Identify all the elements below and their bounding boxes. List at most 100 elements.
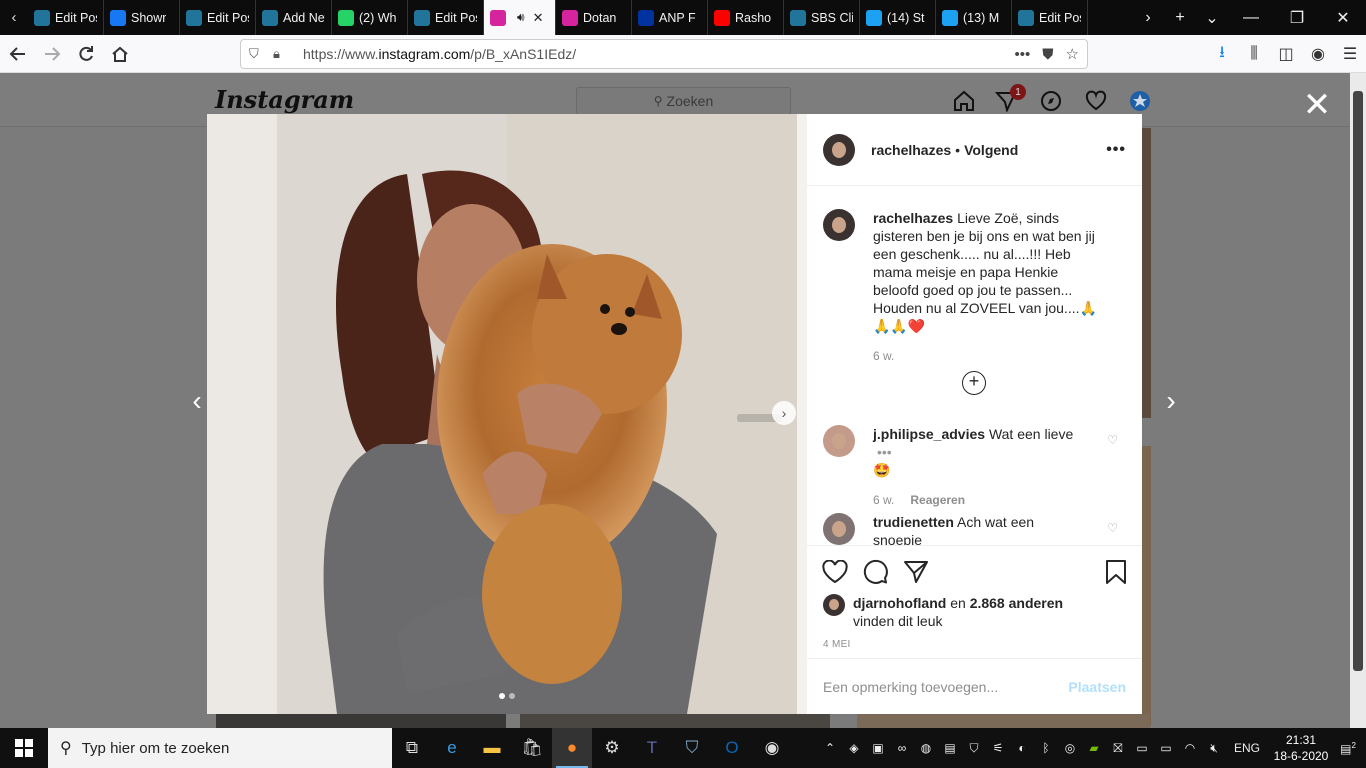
display-icon[interactable]: ▭ (1130, 741, 1154, 755)
tab-audio-icon[interactable]: 🔊︎ (517, 10, 525, 25)
reply-button[interactable]: Reageren (910, 493, 965, 507)
browser-tab[interactable]: Showr (104, 0, 180, 35)
post-image[interactable] (207, 114, 807, 714)
browser-tab[interactable]: (2) Wh (332, 0, 408, 35)
pocket-icon[interactable]: ⛊ (1042, 46, 1053, 63)
media-next-slide-button[interactable]: › (772, 401, 796, 425)
home-icon[interactable] (952, 89, 976, 113)
comment-input[interactable] (823, 678, 1069, 695)
outlook-icon[interactable]: O (712, 728, 752, 768)
author-username[interactable]: rachelhazes (871, 142, 951, 158)
browser-tab[interactable]: Rasho (708, 0, 784, 35)
commenter-avatar[interactable] (823, 513, 855, 545)
explore-compass-icon[interactable] (1039, 89, 1063, 113)
firefox-icon[interactable]: ● (552, 728, 592, 768)
volume-muted-icon[interactable]: 🔇︎ (1202, 741, 1226, 756)
url-bar[interactable]: ⛉ 🔒︎ https://www.instagram.com/p/B_xAnS1… (240, 39, 1088, 69)
save-bookmark-icon[interactable] (1102, 558, 1130, 586)
browser-tab[interactable]: (13) M (936, 0, 1012, 35)
page-scrollbar[interactable] (1350, 73, 1366, 728)
task-view-icon[interactable]: ⧉ (392, 728, 432, 768)
action-center-icon[interactable]: ▤2 (1330, 741, 1366, 756)
teams-tray-icon[interactable]: ▤ (938, 741, 962, 755)
page-actions-icon[interactable]: ••• (1015, 46, 1031, 63)
post-date[interactable]: 4 MEI (823, 639, 851, 650)
downloads-icon[interactable]: ⭳ (1206, 41, 1238, 68)
post-options-button[interactable]: ••• (1106, 141, 1126, 159)
tray-app-icon[interactable]: ◐ (1010, 741, 1034, 755)
media-app-icon[interactable]: ◉ (752, 728, 792, 768)
like-comment-heart-icon[interactable]: ♡ (1107, 521, 1118, 535)
liker-avatar[interactable] (823, 594, 845, 616)
instagram-logo[interactable]: Instagram (215, 85, 354, 114)
tray-app-icon[interactable]: ◍ (914, 741, 938, 755)
bookmark-star-icon[interactable]: ☆ (1066, 45, 1079, 63)
taskbar-search-box[interactable]: ⚲ Typ hier om te zoeken (48, 728, 392, 768)
post-comment-button[interactable]: Plaatsen (1068, 679, 1126, 695)
likes-count-button[interactable]: 2.868 anderen (970, 595, 1063, 611)
url-text[interactable]: https://www.instagram.com/p/B_xAnS1IEdz/ (303, 46, 1003, 62)
reload-button[interactable] (70, 38, 102, 70)
outlook-tray-icon[interactable]: ▣ (866, 741, 890, 755)
store-icon[interactable]: 🛍︎ (512, 728, 552, 768)
battery-icon[interactable]: ▭ (1154, 741, 1178, 755)
commenter-username[interactable]: trudienetten (873, 514, 954, 530)
network-icon[interactable]: ◠ (1178, 741, 1202, 755)
caption-author-avatar[interactable] (823, 209, 855, 241)
tray-app-icon[interactable]: ◈ (842, 741, 866, 755)
creative-cloud-icon[interactable]: ∞ (890, 741, 914, 755)
list-all-tabs-button[interactable]: ⌄ (1196, 0, 1228, 35)
like-comment-heart-icon[interactable]: ♡ (1107, 433, 1118, 447)
comment-bubble-icon[interactable] (862, 558, 890, 586)
browser-tab[interactable]: 🔊︎ ✕ (484, 0, 556, 35)
clock[interactable]: 21:31 18-6-2020 (1272, 732, 1330, 764)
bluetooth-icon[interactable]: ᛒ (1034, 741, 1058, 755)
load-more-comments-button[interactable]: + (962, 371, 986, 395)
back-button[interactable] (2, 38, 34, 70)
share-paper-plane-icon[interactable] (902, 558, 930, 586)
nvidia-icon[interactable]: ▰ (1082, 741, 1106, 755)
settings-gear-icon[interactable]: ⚙ (592, 728, 632, 768)
activity-heart-icon[interactable] (1084, 89, 1108, 113)
scrollbar-thumb[interactable] (1353, 91, 1363, 671)
close-modal-button[interactable]: ✕ (1300, 88, 1334, 124)
security-shield-icon[interactable]: ⛉ (672, 728, 712, 768)
commenter-avatar[interactable] (823, 425, 855, 457)
follow-status-button[interactable]: Volgend (964, 142, 1018, 158)
tray-app-icon[interactable]: ⚟ (986, 741, 1010, 755)
profile-avatar-icon[interactable] (1128, 89, 1152, 113)
commenter-username[interactable]: j.philipse_advies (873, 426, 985, 442)
instagram-search-box[interactable]: ⚲ Zoeken (576, 87, 791, 115)
file-explorer-icon[interactable]: ▬ (472, 728, 512, 768)
teams-icon[interactable]: T (632, 728, 672, 768)
restore-button[interactable]: ❐ (1274, 0, 1320, 35)
minimize-button[interactable]: — (1228, 0, 1274, 35)
tab-scroll-right-button[interactable]: › (1132, 0, 1164, 35)
browser-tab[interactable]: Edit Post ‹ (1012, 0, 1088, 35)
comments-section[interactable]: rachelhazes Lieve Zoë, sinds gisteren be… (807, 187, 1142, 545)
caption-author-username[interactable]: rachelhazes (873, 210, 953, 226)
browser-tab[interactable]: Edit Post ‹ (180, 0, 256, 35)
forward-button[interactable] (36, 38, 68, 70)
next-post-arrow-icon[interactable]: › (1161, 385, 1181, 417)
browser-tab[interactable]: Dotan (556, 0, 632, 35)
tab-scroll-left-button[interactable]: ‹ (0, 0, 28, 35)
account-icon[interactable]: ◉ (1302, 44, 1334, 64)
shield-icon[interactable]: ⛉ (249, 46, 269, 62)
sidebar-icon[interactable]: ◫ (1270, 44, 1302, 64)
start-button[interactable] (0, 728, 48, 768)
browser-tab[interactable]: Edit Post ‹ (408, 0, 484, 35)
new-tab-button[interactable]: + (1164, 0, 1196, 35)
library-icon[interactable]: ⫼ (1238, 45, 1270, 63)
browser-tab[interactable]: Add New F (256, 0, 332, 35)
edge-icon[interactable]: e (432, 728, 472, 768)
close-window-button[interactable]: ✕ (1320, 0, 1366, 35)
comment-more-button[interactable]: ••• (877, 444, 892, 460)
browser-tab[interactable]: ANP F (632, 0, 708, 35)
browser-tab[interactable]: Edit Post ‹ (28, 0, 104, 35)
home-button[interactable] (104, 38, 136, 70)
tray-overflow-chevron-icon[interactable]: ⌃ (818, 741, 842, 755)
tray-app-icon[interactable]: ◎ (1058, 741, 1082, 755)
lock-icon[interactable]: 🔒︎ (273, 46, 293, 62)
like-heart-icon[interactable] (821, 558, 849, 586)
